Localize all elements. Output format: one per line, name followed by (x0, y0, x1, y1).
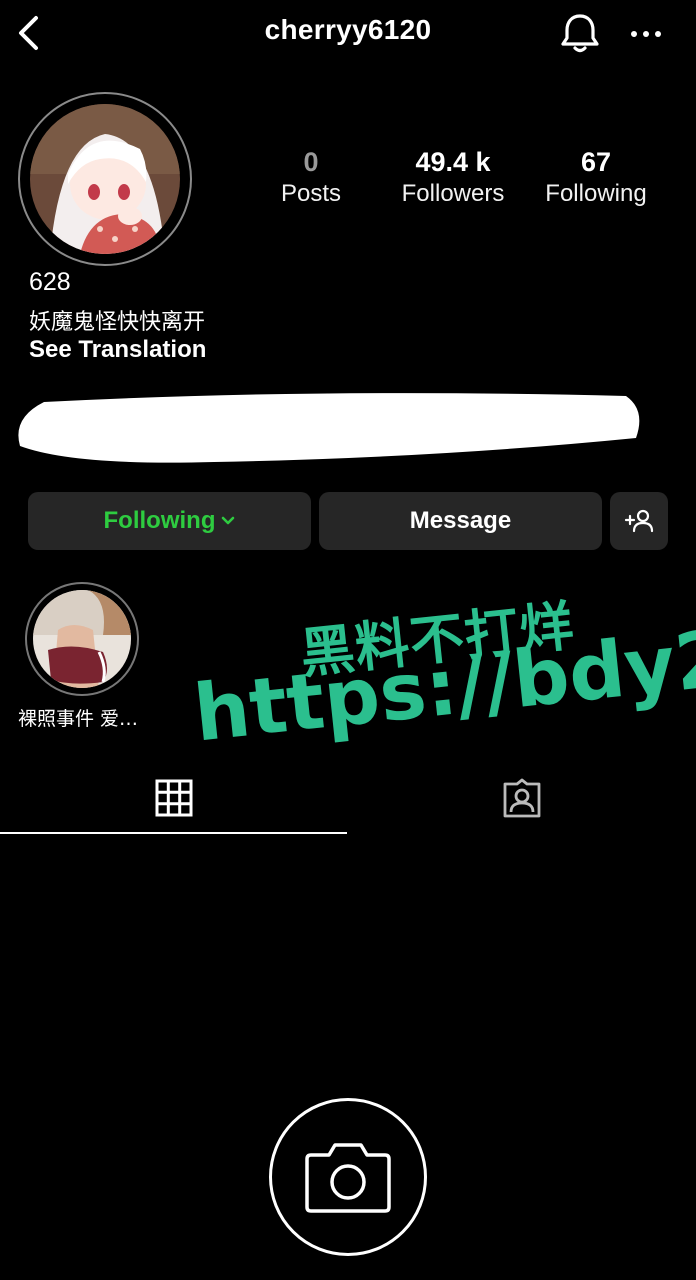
posts-stat[interactable]: 0 Posts (236, 146, 386, 210)
followers-stat[interactable]: 49.4 k Followers (378, 146, 528, 210)
more-options-button[interactable] (628, 24, 664, 44)
highlight-label: 裸照事件 爱… (18, 708, 139, 730)
notifications-button[interactable] (558, 12, 602, 54)
followers-label: Followers (401, 180, 505, 207)
display-name: 628 (29, 268, 71, 296)
bio-text: 妖魔鬼怪快快离开 (29, 310, 206, 335)
posts-label: Posts (280, 180, 342, 207)
following-count: 67 (580, 147, 612, 177)
following-button[interactable]: Following (28, 492, 311, 550)
following-button-label: Following (103, 507, 216, 534)
tagged-icon (503, 778, 541, 818)
more-horizontal-icon (631, 31, 661, 37)
tab-posts-grid[interactable] (154, 778, 194, 818)
tab-tagged[interactable] (501, 778, 543, 820)
message-button-label: Message (409, 507, 512, 534)
chevron-down-icon (222, 516, 235, 525)
bell-icon (561, 14, 599, 53)
followers-count: 49.4 k (415, 147, 491, 177)
add-user-icon (624, 509, 654, 533)
story-highlight[interactable] (33, 590, 131, 688)
following-label: Following (545, 180, 647, 207)
message-button[interactable]: Message (319, 492, 602, 550)
empty-posts-camera (269, 1098, 427, 1256)
following-stat[interactable]: 67 Following (521, 146, 671, 210)
avatar[interactable] (30, 104, 180, 254)
active-tab-indicator (0, 832, 347, 834)
camera-icon (305, 1143, 391, 1213)
see-translation-link[interactable]: See Translation (29, 336, 206, 364)
suggested-users-button[interactable] (610, 492, 668, 550)
redaction-scribble (18, 393, 640, 463)
highlight-thumbnail (33, 590, 131, 688)
grid-icon (155, 779, 193, 817)
posts-count: 0 (303, 147, 319, 177)
avatar-image (30, 104, 180, 254)
